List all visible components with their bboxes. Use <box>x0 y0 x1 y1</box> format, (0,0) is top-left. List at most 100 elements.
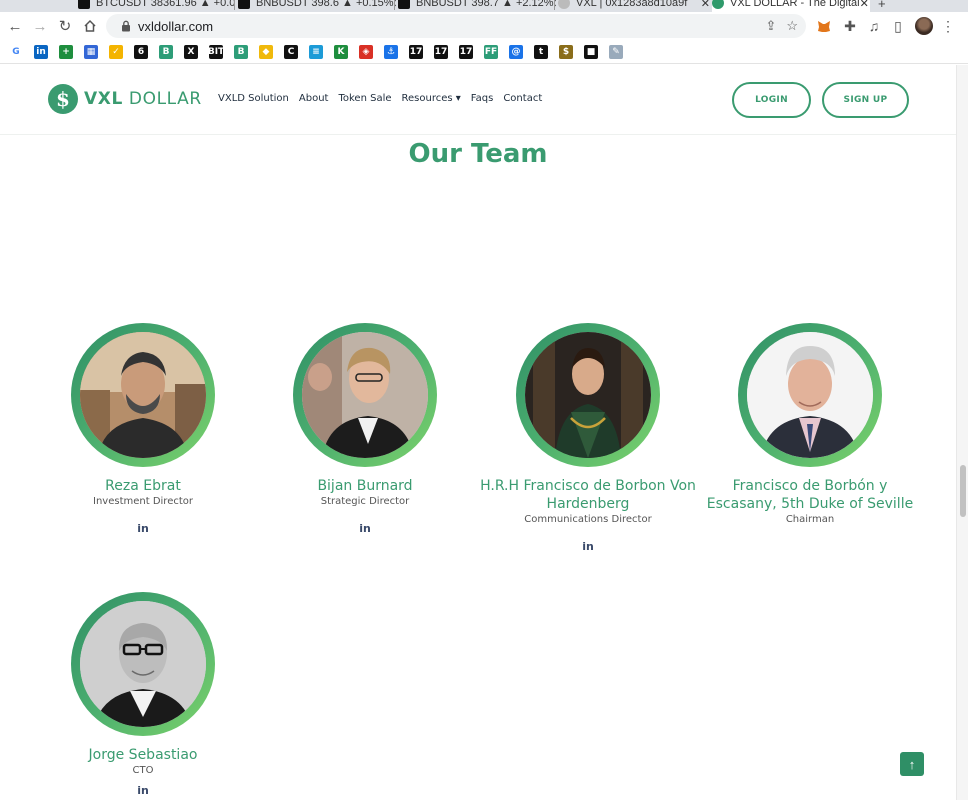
member-photo <box>80 601 206 727</box>
bookmark-star-icon[interactable]: ☆ <box>786 18 798 34</box>
member-photo <box>525 332 651 458</box>
linkedin-icon[interactable]: in <box>254 522 476 535</box>
bookmark-favicon-icon[interactable]: @ <box>509 45 523 59</box>
member-name: Francisco de Borbón y Escasany, 5th Duke… <box>706 478 914 512</box>
bookmark-favicon-icon[interactable]: ◈ <box>359 45 373 59</box>
bookmark-favicon-icon[interactable]: t <box>534 45 548 59</box>
vxl-dollar-logo[interactable]: $ VXL DOLLAR <box>48 84 202 114</box>
member-photo <box>747 332 873 458</box>
team-member-card: Jorge Sebastiao CTO in <box>32 592 254 797</box>
bookmark-favicon-icon[interactable]: K <box>334 45 348 59</box>
bookmark-favicon-icon[interactable]: BIT <box>208 45 224 59</box>
page-scrollbar[interactable] <box>956 65 968 800</box>
nav-contact[interactable]: Contact <box>503 93 542 104</box>
member-role: Communications Director <box>524 514 652 525</box>
tab-favicon-icon <box>78 0 90 9</box>
nav-token-sale[interactable]: Token Sale <box>338 93 391 104</box>
tab-title: BTCUSDT 38361.96 ▲ +0.07% <box>96 0 236 9</box>
bookmark-favicon-icon[interactable]: B <box>159 45 173 59</box>
puzzle-icon[interactable]: ✚ <box>840 16 860 36</box>
bookmark-favicon-icon[interactable]: ≡ <box>309 45 323 59</box>
back-to-top-button[interactable]: ↑ <box>900 752 924 776</box>
member-role: Chairman <box>785 514 835 525</box>
member-role: Investment Director <box>93 496 193 507</box>
forward-arrow-icon[interactable]: → <box>28 14 52 38</box>
nav-resources-dropdown[interactable]: Resources ▾ <box>402 93 461 104</box>
browser-tab[interactable]: BNBUSDT 398.6 ▲ +0.15%✕ <box>238 0 396 12</box>
bookmarks-bar: Gin + ▦ ✓ 6 B X BIT B ◆ C ≡ K ◈ ⚓ 17 17 17 FF @ t $ ■ ✎ <box>0 40 968 64</box>
back-arrow-icon[interactable]: ← <box>3 14 27 38</box>
member-role: CTO <box>132 765 154 776</box>
new-tab-button[interactable]: + <box>878 0 898 12</box>
member-name: Reza Ebrat <box>105 478 181 494</box>
nav-vxld-solution[interactable]: VXLD Solution <box>218 93 289 104</box>
media-control-icon[interactable]: ♫ <box>864 16 884 36</box>
member-photo-frame <box>738 323 882 467</box>
bookmark-favicon-icon[interactable]: $ <box>559 45 573 59</box>
team-member-card: H.R.H Francisco de Borbon Von Hardenberg… <box>477 323 699 553</box>
scrollbar-thumb[interactable] <box>960 465 966 517</box>
url-text: vxldollar.com <box>138 18 214 34</box>
bookmark-favicon-icon[interactable]: ✎ <box>609 45 623 59</box>
bookmark-favicon-icon[interactable]: 17 <box>434 45 448 59</box>
nav-faqs[interactable]: Faqs <box>471 93 494 104</box>
lock-icon[interactable] <box>114 20 138 32</box>
bookmark-favicon-icon[interactable]: G <box>9 45 23 59</box>
member-photo <box>80 332 206 458</box>
bookmark-favicon-icon[interactable]: ▦ <box>84 45 98 59</box>
main-navigation: VXLD Solution About Token Sale Resources… <box>218 93 552 104</box>
address-bar[interactable]: vxldollar.com ⇪ ☆ <box>106 14 806 38</box>
website-viewport: $ VXL DOLLAR VXLD Solution About Token S… <box>0 65 968 800</box>
member-photo-frame <box>516 323 660 467</box>
nav-about[interactable]: About <box>299 93 329 104</box>
bookmark-favicon-icon[interactable]: in <box>34 45 48 59</box>
login-button[interactable]: LOGIN <box>732 82 811 118</box>
tab-title: BNBUSDT 398.7 ▲ +2.12% <box>416 0 554 9</box>
chrome-menu-icon[interactable]: ⋮ <box>940 16 956 36</box>
member-photo <box>302 332 428 458</box>
team-member-card: Reza Ebrat Investment Director in <box>32 323 254 535</box>
linkedin-icon[interactable]: in <box>32 522 254 535</box>
close-tab-icon[interactable]: ✕ <box>860 0 869 10</box>
bookmark-favicon-icon[interactable]: 17 <box>459 45 473 59</box>
bookmark-favicon-icon[interactable]: C <box>284 45 298 59</box>
side-panel-icon[interactable]: ▯ <box>888 16 908 36</box>
dollar-logo-icon: $ <box>48 84 78 114</box>
bookmark-favicon-icon[interactable]: FF <box>484 45 498 59</box>
bookmark-favicon-icon[interactable]: X <box>184 45 198 59</box>
close-tab-icon[interactable]: ✕ <box>701 0 710 10</box>
section-title: Our Team <box>408 139 548 169</box>
signup-button[interactable]: SIGN UP <box>822 82 909 118</box>
browser-toolbar: ← → ↻ vxldollar.com ⇪ ☆ ✚ ♫ ▯ ⋮ <box>0 12 968 40</box>
bookmark-favicon-icon[interactable]: + <box>59 45 73 59</box>
tab-favicon-icon <box>398 0 410 9</box>
member-name: Bijan Burnard <box>317 478 413 494</box>
tab-favicon-icon <box>558 0 570 9</box>
site-header: $ VXL DOLLAR VXLD Solution About Token S… <box>0 65 956 135</box>
bookmark-favicon-icon[interactable]: ⚓ <box>384 45 398 59</box>
home-icon[interactable] <box>78 14 102 38</box>
browser-tab-strip: BTCUSDT 38361.96 ▲ +0.07%✕ BNBUSDT 398.6… <box>0 0 968 12</box>
logo-wordmark: VXL DOLLAR <box>84 89 202 109</box>
metamask-icon[interactable] <box>814 16 834 36</box>
browser-tab[interactable]: BNBUSDT 398.7 ▲ +2.12%✕ <box>398 0 556 12</box>
browser-tab[interactable]: VXL | 0x1283a8d10a9f ✕ <box>558 0 716 12</box>
team-member-card: Bijan Burnard Strategic Director in <box>254 323 476 535</box>
member-photo-frame <box>71 323 215 467</box>
bookmark-favicon-icon[interactable]: 17 <box>409 45 423 59</box>
browser-tab-active[interactable]: VXL DOLLAR - The Digital ✕ <box>712 0 870 12</box>
bookmark-favicon-icon[interactable]: ■ <box>584 45 598 59</box>
browser-tab[interactable]: BTCUSDT 38361.96 ▲ +0.07%✕ <box>78 0 236 12</box>
tab-title: VXL DOLLAR - The Digital <box>730 0 860 9</box>
profile-avatar[interactable] <box>914 16 934 36</box>
reload-icon[interactable]: ↻ <box>53 14 77 38</box>
linkedin-icon[interactable]: in <box>477 540 699 553</box>
bookmark-favicon-icon[interactable]: B <box>234 45 248 59</box>
bookmark-favicon-icon[interactable]: ◆ <box>259 45 273 59</box>
member-name: Jorge Sebastiao <box>88 747 198 763</box>
bookmark-favicon-icon[interactable]: 6 <box>134 45 148 59</box>
share-icon[interactable]: ⇪ <box>765 18 776 34</box>
team-member-card: Francisco de Borbón y Escasany, 5th Duke… <box>699 323 921 525</box>
linkedin-icon[interactable]: in <box>32 784 254 797</box>
bookmark-favicon-icon[interactable]: ✓ <box>109 45 123 59</box>
